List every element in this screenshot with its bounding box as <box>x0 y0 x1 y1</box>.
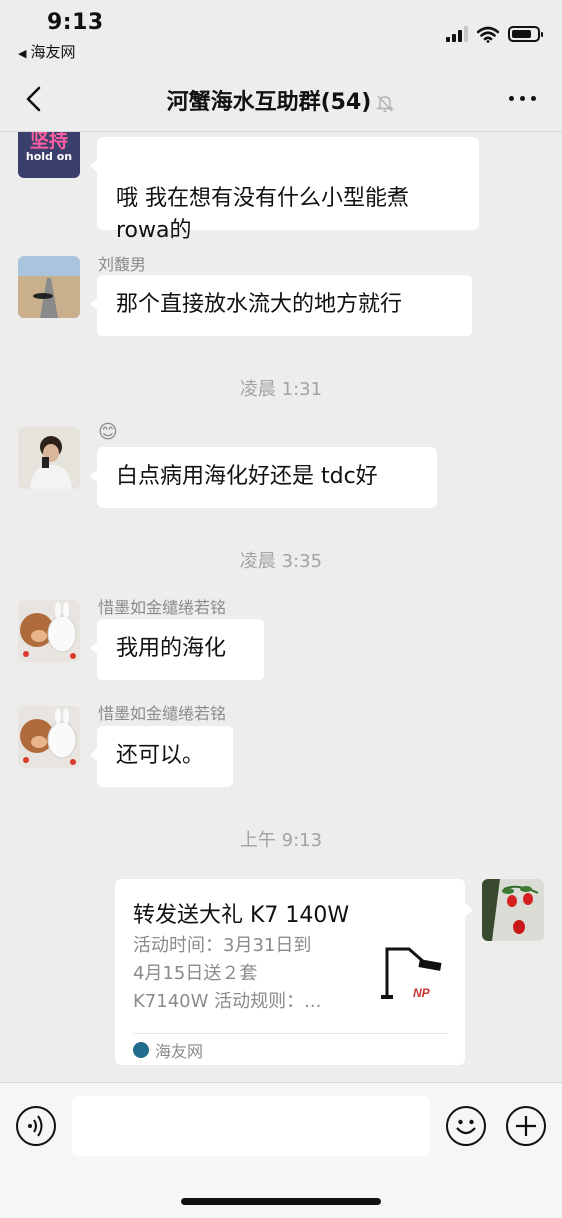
sender-name: 刘馥男 <box>98 255 147 274</box>
message-bubble[interactable]: 白点病用海化好还是 tdc好 <box>90 447 437 508</box>
my-avatar[interactable] <box>482 879 544 941</box>
chat-title: 河蟹海水互助群(54) <box>0 84 562 116</box>
share-card-divider <box>133 1033 447 1034</box>
share-card-source-label: 海友网 <box>155 1042 204 1061</box>
avatar[interactable] <box>18 706 80 768</box>
thumbnail-brand-text: NP <box>413 986 431 1000</box>
battery-icon <box>508 26 543 42</box>
smile-face-glyph <box>456 1119 476 1135</box>
aquarium-light-thumbnail: NP <box>379 939 447 1011</box>
signal-icon <box>446 26 468 42</box>
message-bubble[interactable]: 哦 我在想有没有什么小型能煮 rowa的 <box>90 137 479 243</box>
avatar[interactable] <box>18 256 80 318</box>
avatar-subtext: hold on <box>25 150 73 163</box>
message-text: 那个直接放水流大的地方就行 <box>116 292 403 317</box>
message-text: 我用的海化 <box>116 636 227 661</box>
source-logo-icon <box>133 1042 149 1058</box>
bell-muted-icon <box>376 95 395 112</box>
chat-title-text: 河蟹海水互助群(54) <box>166 90 372 115</box>
message-text: 白点病用海化好还是 tdc好 <box>116 464 378 489</box>
message-bubble[interactable]: 那个直接放水流大的地方就行 <box>90 275 472 336</box>
more-icon[interactable] <box>509 96 536 101</box>
status-icons <box>446 24 543 44</box>
time-divider: 凌晨 1:31 <box>239 379 323 400</box>
sender-name: 惜墨如金缱绻若铭 <box>98 704 227 723</box>
avatar[interactable] <box>18 600 80 662</box>
time-divider: 上午 9:13 <box>239 830 323 851</box>
sender-name: 惜墨如金缱绻若铭 <box>98 598 227 617</box>
wifi-icon <box>477 26 499 43</box>
avatar[interactable] <box>18 427 80 489</box>
back-triangle-icon: ◀ <box>18 47 27 60</box>
share-card-source: 海友网 <box>133 1038 203 1062</box>
message-list[interactable]: 坚持 hold on 哦 我在想有没有什么小型能煮 rowa的 刘馥男 那个直接… <box>0 132 562 1082</box>
red-fruit-plant-avatar-image <box>482 879 544 941</box>
cartoon-animals-avatar-image <box>18 600 80 662</box>
plus-icon[interactable] <box>506 1106 546 1146</box>
message-text: 哦 我在想有没有什么小型能煮 rowa的 <box>116 186 409 243</box>
emoji-icon[interactable] <box>446 1106 486 1146</box>
chat-screen: 9:13 ◀ 海友网 河蟹海水互助群(54) 坚持 hold on 哦 我在想有… <box>0 0 562 1218</box>
message-bubble[interactable]: 我用的海化 <box>90 619 264 680</box>
message-bubble[interactable]: 还可以。 <box>90 726 233 787</box>
message-input[interactable] <box>72 1096 430 1156</box>
input-bar <box>0 1082 562 1218</box>
status-bar: 9:13 ◀ 海友网 <box>0 0 562 66</box>
person-selfie-avatar-image <box>18 427 80 489</box>
battery-level <box>512 30 531 38</box>
sender-emoji: 😊 <box>98 421 118 443</box>
back-to-app-link[interactable]: ◀ 海友网 <box>18 41 75 62</box>
share-card-title: 转发送大礼 K7 140W <box>133 903 350 928</box>
navigation-bar: 河蟹海水互助群(54) <box>0 66 562 132</box>
voice-wave-glyph <box>28 1115 43 1137</box>
voice-icon[interactable] <box>16 1106 56 1146</box>
message-text: 还可以。 <box>116 743 205 768</box>
road-drone-avatar-image <box>18 256 80 318</box>
status-time: 9:13 <box>47 10 104 35</box>
cartoon-animals-avatar-image <box>18 706 80 768</box>
avatar[interactable]: 坚持 hold on <box>18 132 80 178</box>
time-divider: 凌晨 3:35 <box>239 551 323 572</box>
back-app-label: 海友网 <box>30 43 76 61</box>
share-card[interactable]: 转发送大礼 K7 140W 活动时间：3月31日到 4月15日送２套 K7140… <box>115 879 473 1065</box>
share-card-description: 活动时间：3月31日到 4月15日送２套 K7140W 活动规则：... <box>133 935 322 1012</box>
home-indicator[interactable] <box>181 1198 381 1205</box>
plus-glyph <box>516 1116 536 1136</box>
